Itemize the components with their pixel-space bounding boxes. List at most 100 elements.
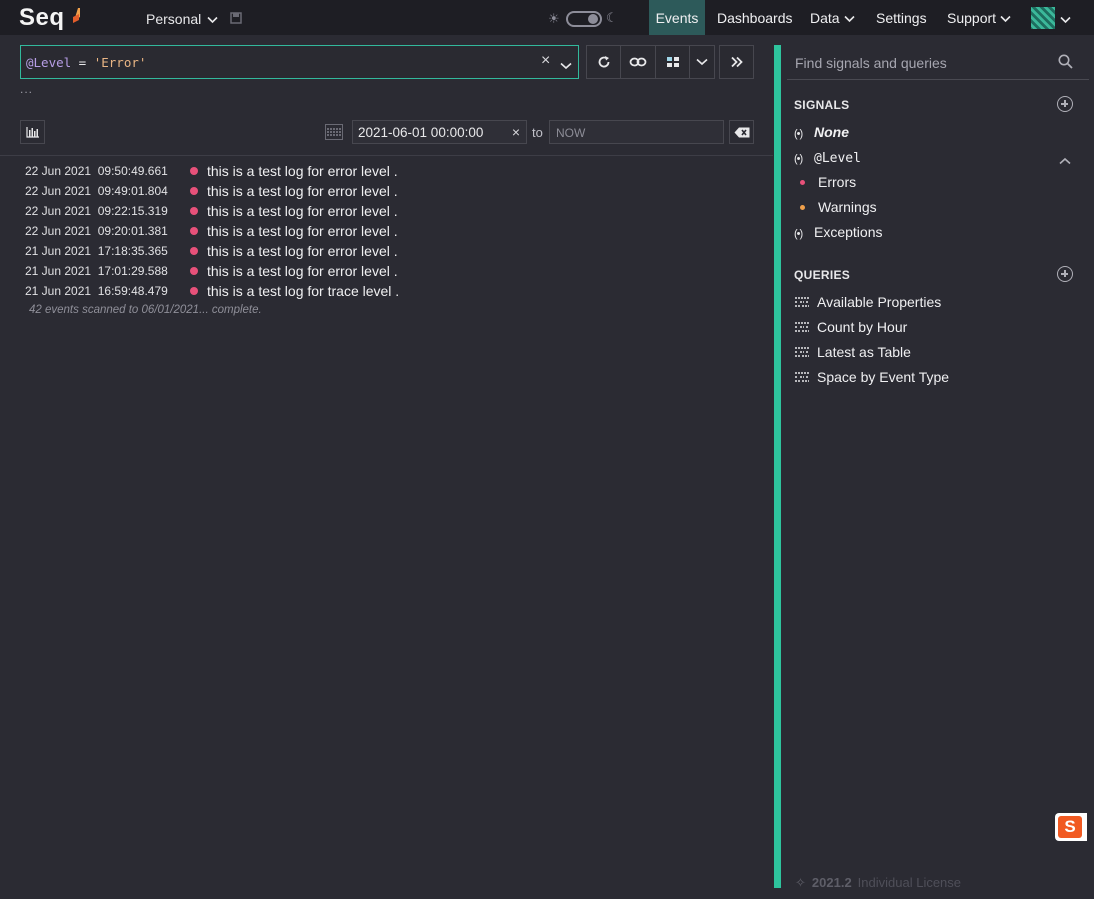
event-row[interactable]: 21 Jun 2021 16:59:48.479 this is a test … <box>0 282 773 302</box>
range-from-input[interactable]: 2021-06-01 00:00:00 × <box>352 120 527 144</box>
range-to-input[interactable]: NOW <box>549 120 724 144</box>
query-item-label: Latest as Table <box>817 344 911 360</box>
query-input[interactable]: @Level = 'Error' × <box>20 45 579 79</box>
queries-heading: QUERIES <box>794 268 851 282</box>
range-to-label: to <box>532 125 543 140</box>
query-item-label: Available Properties <box>817 294 942 310</box>
view-layout-button[interactable] <box>655 45 690 79</box>
event-message: this is a test log for error level . <box>207 183 398 199</box>
nav-dashboards[interactable]: Dashboards <box>717 0 793 35</box>
nav-settings[interactable]: Settings <box>876 0 927 35</box>
chevron-down-icon[interactable] <box>1060 11 1071 27</box>
save-icon[interactable] <box>230 12 242 24</box>
event-timestamp: 22 Jun 2021 09:20:01.381 <box>25 224 168 238</box>
clear-range-button[interactable] <box>729 120 754 144</box>
event-timestamp: 21 Jun 2021 17:18:35.365 <box>25 244 168 258</box>
event-message: this is a test log for error level . <box>207 223 398 239</box>
license-label: Individual License <box>857 875 962 890</box>
add-query-icon[interactable] <box>1057 266 1073 282</box>
add-signal-icon[interactable] <box>1057 96 1073 112</box>
error-level-icon <box>800 180 805 185</box>
event-row[interactable]: 22 Jun 2021 09:22:15.319 this is a test … <box>0 202 773 222</box>
event-message: this is a test log for trace level . <box>207 283 400 299</box>
event-row[interactable]: 21 Jun 2021 17:01:29.588 this is a test … <box>0 262 773 282</box>
level-error-icon <box>190 167 198 175</box>
refresh-button[interactable] <box>586 45 621 79</box>
nav-events[interactable]: Events <box>649 0 705 35</box>
sparkle-icon: ✧ <box>795 875 806 890</box>
warning-level-icon <box>800 205 805 210</box>
signal-search-input[interactable]: Find signals and queries <box>787 45 1089 80</box>
event-timestamp: 21 Jun 2021 16:59:48.479 <box>25 284 168 298</box>
signal-search-placeholder: Find signals and queries <box>795 55 947 71</box>
query-item-label: Count by Hour <box>817 319 908 335</box>
range-to-placeholder: NOW <box>556 126 586 140</box>
event-timestamp: 22 Jun 2021 09:22:15.319 <box>25 204 168 218</box>
signal-warnings[interactable]: Warnings <box>818 199 877 215</box>
signal-none[interactable]: (•) None <box>794 124 849 144</box>
signals-heading: SIGNALS <box>794 98 850 112</box>
refresh-icon <box>598 56 609 68</box>
signal-group-level[interactable]: (•) @Level <box>794 149 861 169</box>
workspace-label: Personal <box>146 11 202 27</box>
theme-toggle[interactable] <box>566 11 602 27</box>
workspace-selector[interactable]: Personal <box>146 11 218 27</box>
event-list: 22 Jun 2021 09:50:49.661 this is a test … <box>0 162 773 302</box>
level-error-icon <box>190 267 198 275</box>
query-item[interactable]: Count by Hour <box>794 319 907 339</box>
clear-from-icon[interactable]: × <box>512 124 520 140</box>
nav-support-label: Support <box>947 10 997 26</box>
moon-icon: ☾ <box>606 10 618 25</box>
event-row[interactable]: 22 Jun 2021 09:50:49.661 this is a test … <box>0 162 773 182</box>
chevron-up-icon[interactable] <box>1059 152 1071 168</box>
query-operator: = <box>71 55 94 70</box>
query-icon <box>795 297 809 307</box>
ime-widget[interactable]: S <box>1055 813 1087 841</box>
version-footer: ✧ 2021.2 Individual License <box>795 875 961 891</box>
query-text: @Level = 'Error' <box>26 55 146 70</box>
nav-support[interactable]: Support <box>947 0 1011 35</box>
user-avatar[interactable] <box>1031 7 1055 29</box>
scan-status: 42 events scanned to 06/01/2021... compl… <box>29 304 262 316</box>
signal-icon: (•) <box>794 128 803 140</box>
event-row[interactable]: 21 Jun 2021 17:18:35.365 this is a test … <box>0 242 773 262</box>
query-more[interactable]: ... <box>20 82 33 96</box>
expand-sidebar-button[interactable] <box>719 45 754 79</box>
nav-data[interactable]: Data <box>810 0 855 35</box>
event-message: this is a test log for error level . <box>207 243 398 259</box>
signal-icon: (•) <box>794 153 803 165</box>
query-value: 'Error' <box>93 55 147 70</box>
level-error-icon <box>190 287 198 295</box>
signal-group-label: @Level <box>814 151 861 166</box>
chevron-down-icon <box>1000 10 1011 26</box>
link-button[interactable] <box>620 45 656 79</box>
query-icon <box>795 347 809 357</box>
query-item[interactable]: Latest as Table <box>794 344 911 364</box>
level-error-icon <box>190 227 198 235</box>
sidebar-splitter[interactable] <box>774 45 781 888</box>
search-icon[interactable] <box>1058 54 1073 69</box>
range-from-value: 2021-06-01 00:00:00 <box>358 125 484 140</box>
signal-icon: (•) <box>794 228 803 240</box>
chevron-down-icon <box>207 11 218 27</box>
signal-none-label: None <box>814 124 849 140</box>
query-history-chevron-icon[interactable] <box>560 57 572 73</box>
signal-exceptions[interactable]: (•) Exceptions <box>794 224 882 244</box>
backspace-icon <box>734 127 749 137</box>
event-timestamp: 22 Jun 2021 09:49:01.804 <box>25 184 168 198</box>
app-logo[interactable]: Seq <box>19 4 65 32</box>
histogram-button[interactable] <box>20 120 45 144</box>
query-property: @Level <box>26 55 72 70</box>
logo-mark-icon <box>73 8 80 23</box>
clear-query-icon[interactable]: × <box>541 52 550 70</box>
signal-errors[interactable]: Errors <box>818 174 856 190</box>
event-row[interactable]: 22 Jun 2021 09:20:01.381 this is a test … <box>0 222 773 242</box>
calendar-icon[interactable] <box>325 124 343 140</box>
query-item[interactable]: Space by Event Type <box>794 369 949 389</box>
event-row[interactable]: 22 Jun 2021 09:49:01.804 this is a test … <box>0 182 773 202</box>
view-layout-dropdown[interactable] <box>689 45 715 79</box>
histogram-icon <box>25 127 39 138</box>
event-timestamp: 22 Jun 2021 09:50:49.661 <box>25 164 168 178</box>
query-item[interactable]: Available Properties <box>794 294 941 314</box>
query-icon <box>795 322 809 332</box>
